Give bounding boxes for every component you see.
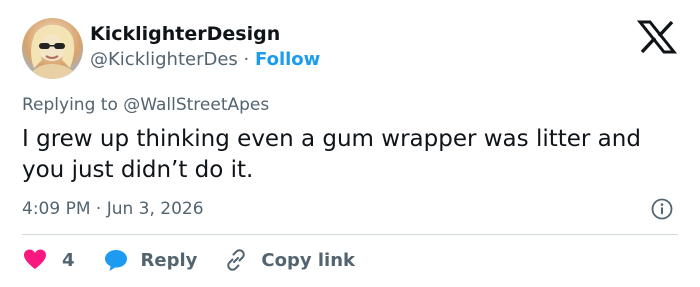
reply-mention[interactable]: @WallStreetApes	[123, 95, 269, 115]
follow-button[interactable]: Follow	[255, 49, 320, 70]
reply-prefix: Replying to	[22, 95, 124, 115]
info-icon[interactable]	[651, 198, 673, 220]
author-handle-row: @KicklighterDes · Follow	[90, 48, 320, 72]
link-icon	[227, 249, 246, 271]
speech-bubble-icon	[104, 250, 127, 271]
reply-label: Reply	[140, 249, 198, 271]
divider	[22, 234, 678, 235]
like-button[interactable]: 4	[22, 247, 75, 273]
reply-button[interactable]: Reply	[103, 247, 198, 273]
like-count: 4	[62, 249, 75, 271]
author-handle[interactable]: @KicklighterDes	[90, 49, 238, 70]
tweet-text: I grew up thinking even a gum wrapper wa…	[22, 126, 641, 183]
action-bar: 4 Reply Copy link	[22, 246, 355, 274]
copy-link-button[interactable]: Copy link	[223, 247, 355, 273]
heart-icon	[24, 249, 46, 269]
handle-separator: ·	[243, 49, 250, 70]
reply-context: Replying to @WallStreetApes	[22, 93, 269, 117]
x-logo-icon[interactable]	[637, 20, 677, 54]
copy-link-label: Copy link	[261, 249, 355, 271]
author-display-name[interactable]: KicklighterDesign	[90, 22, 280, 46]
tweet-timestamp[interactable]: 4:09 PM · Jun 3, 2026	[22, 197, 204, 221]
avatar[interactable]	[22, 18, 83, 79]
avatar-image	[28, 24, 78, 79]
